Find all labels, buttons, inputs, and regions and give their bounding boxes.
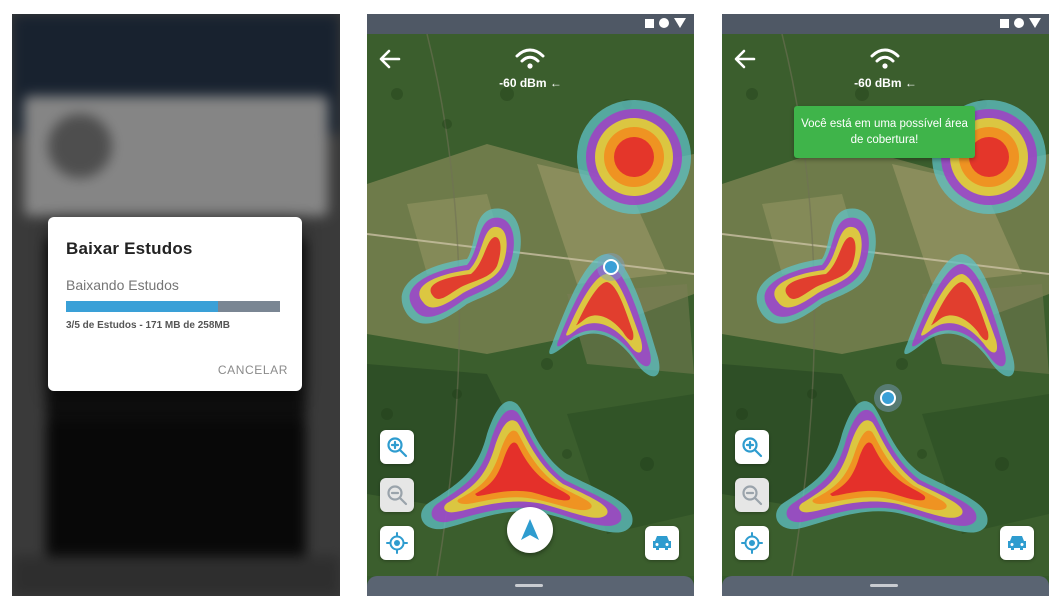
back-nav-icon — [674, 18, 686, 28]
dialog-title: Baixar Estudos — [66, 239, 193, 258]
map-screen-2: -60 dBm ← Você está em uma possível área… — [722, 14, 1049, 596]
back-nav-icon — [1029, 18, 1041, 28]
download-dialog: Baixar Estudos Baixando Estudos 3/5 de E… — [48, 217, 302, 391]
recent-apps-icon — [645, 18, 654, 28]
location-marker — [603, 259, 619, 275]
zoom-out-icon — [742, 485, 763, 506]
recent-apps-icon — [1000, 18, 1009, 28]
navigation-arrow-icon — [521, 519, 539, 540]
home-icon — [659, 18, 669, 28]
zoom-out-button[interactable] — [380, 478, 414, 512]
navigation-button[interactable] — [507, 507, 553, 553]
zoom-in-icon — [387, 437, 408, 458]
dialog-message: Baixando Estudos — [66, 277, 179, 293]
zoom-in-button[interactable] — [735, 430, 769, 464]
status-bar — [722, 14, 1049, 34]
back-arrow-icon[interactable] — [730, 44, 760, 74]
my-location-button[interactable] — [735, 526, 769, 560]
bottom-sheet-handle[interactable] — [367, 576, 694, 596]
car-icon — [653, 536, 671, 550]
location-marker — [880, 390, 896, 406]
my-location-icon — [741, 532, 763, 554]
download-progress-fill — [66, 301, 218, 312]
wifi-icon — [515, 48, 545, 69]
home-icon — [1014, 18, 1024, 28]
download-screen: Baixar Estudos Baixando Estudos 3/5 de E… — [12, 14, 340, 596]
zoom-out-button[interactable] — [735, 478, 769, 512]
cancel-button[interactable]: CANCELAR — [218, 363, 288, 377]
zoom-in-icon — [742, 437, 763, 458]
car-icon — [1008, 536, 1026, 550]
download-progress-info: 3/5 de Estudos - 171 MB de 258MB — [66, 320, 230, 331]
car-mode-button[interactable] — [645, 526, 679, 560]
coverage-toast: Você está em uma possível área de cobert… — [794, 106, 975, 158]
zoom-in-button[interactable] — [380, 430, 414, 464]
back-arrow-icon[interactable] — [375, 44, 405, 74]
map-screen-1: -60 dBm ← — [367, 14, 694, 596]
signal-strength: -60 dBm ← — [854, 76, 917, 90]
bottom-sheet-handle[interactable] — [722, 576, 1049, 596]
download-progress-bar — [66, 301, 280, 312]
my-location-icon — [386, 532, 408, 554]
satellite-map[interactable] — [367, 34, 694, 576]
car-mode-button[interactable] — [1000, 526, 1034, 560]
status-bar — [367, 14, 694, 34]
signal-strength: -60 dBm ← — [499, 76, 562, 90]
my-location-button[interactable] — [380, 526, 414, 560]
zoom-out-icon — [387, 485, 408, 506]
wifi-icon — [870, 48, 900, 69]
